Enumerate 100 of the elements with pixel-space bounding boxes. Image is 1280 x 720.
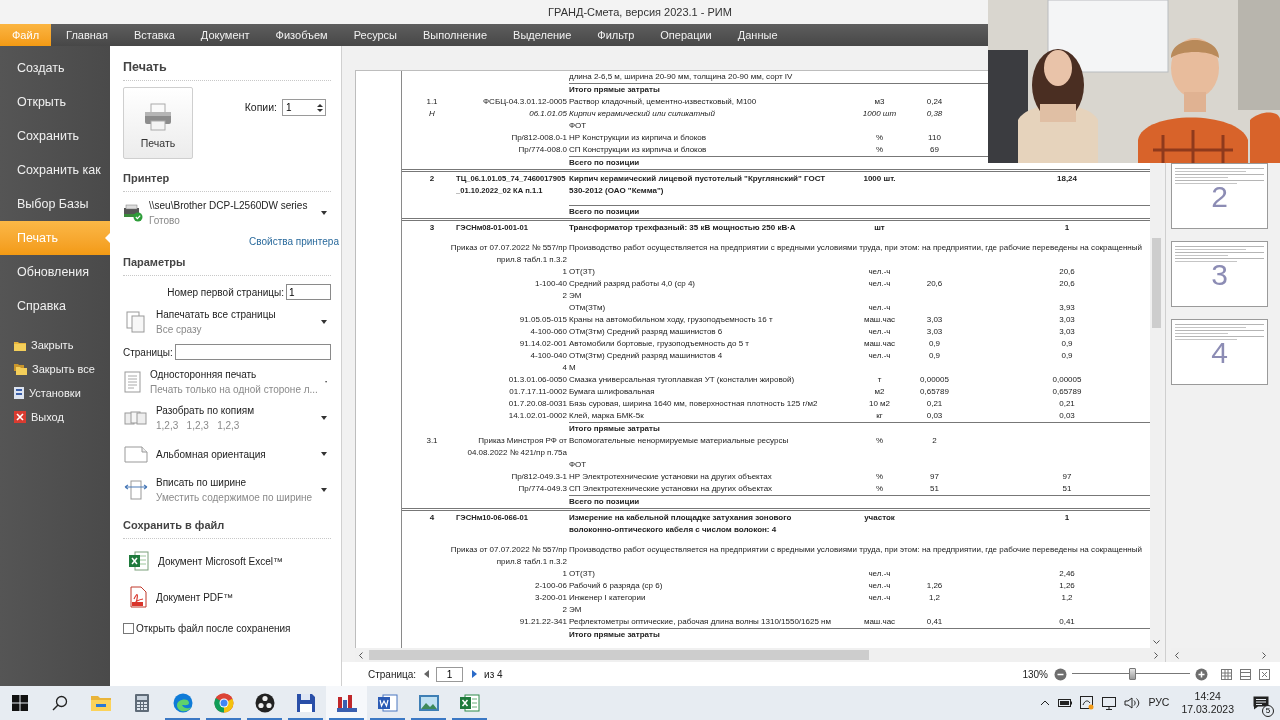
table-cell-text: 2 [931, 435, 938, 447]
table-cell-text: 0,00005 [919, 374, 950, 386]
scrollbar-thumb[interactable] [369, 650, 869, 660]
menu-tab[interactable]: Ресурсы [340, 24, 411, 46]
nav-item[interactable]: Обновления [0, 255, 110, 289]
menu-tab[interactable]: Выполнение [410, 24, 501, 46]
network-icon[interactable] [1102, 696, 1117, 710]
volume-icon[interactable] [1124, 697, 1141, 709]
page-view-icon[interactable] [1240, 668, 1251, 680]
bar-chart-icon[interactable] [336, 694, 357, 712]
table-cell-text: чел.-ч [867, 266, 892, 278]
table-cell-text: 1 [1063, 512, 1071, 524]
option-dropdown[interactable]: Односторонняя печать Печать только на одной стороне л... [123, 364, 331, 400]
table-cell-text: шт [873, 222, 886, 234]
zoom-in-icon[interactable] [1195, 667, 1208, 681]
pdf-file-icon [129, 586, 147, 608]
slider-thumb[interactable] [1129, 668, 1137, 680]
menu-tab[interactable]: Вставка [120, 24, 188, 46]
option-dropdown[interactable]: Альбомная ориентация [123, 436, 331, 472]
print-button[interactable]: Печать [123, 87, 193, 159]
previous-page-icon[interactable] [424, 670, 430, 678]
table-cell-text: ЭМ [569, 604, 583, 616]
nav-item[interactable]: Выбор Базы [0, 187, 110, 221]
grid-view-icon[interactable] [1221, 668, 1232, 680]
browser-circle-icon[interactable] [213, 693, 234, 713]
page-field[interactable]: 1 [436, 666, 464, 682]
calculator-icon[interactable] [134, 694, 149, 712]
table-cell-text: 2 [561, 290, 568, 302]
language-indicator[interactable]: РУС [1148, 695, 1170, 711]
next-page-icon[interactable] [472, 670, 478, 678]
zoom-slider[interactable] [1072, 668, 1190, 680]
table-cell-text: 0,21 [1058, 398, 1076, 410]
table-cell: Всего по позиции [569, 497, 640, 506]
nav-command[interactable]: Установки [29, 384, 81, 402]
recorder-icon[interactable] [254, 693, 275, 713]
menu-tab[interactable]: Физобъем [262, 24, 341, 46]
nav-item[interactable]: Сохранить [0, 119, 110, 153]
option-dropdown[interactable]: Напечатать все страницы Все сразу [123, 304, 331, 340]
fit-page-icon[interactable] [1259, 668, 1270, 680]
table-cell: Всего по позиции [569, 158, 640, 167]
menu-tab[interactable]: Документ [187, 24, 263, 46]
browser-wave-icon[interactable] [172, 693, 193, 713]
option-subtitle: Уместить содержимое по ширине [156, 491, 314, 505]
folder-icon[interactable] [90, 695, 111, 711]
notifications-button[interactable]: 5 [1246, 686, 1276, 720]
table-cell-text: Пр/774-008.0 [517, 144, 568, 156]
table-cell-text: ОТм(ЗТм) [569, 302, 607, 314]
nav-item[interactable]: Справка [0, 289, 110, 323]
nav-command[interactable]: Выход [31, 408, 64, 426]
window-title: ГРАНД-Смета, версия 2023.1 - РИМ [548, 4, 732, 20]
table-cell-text: Смазка универсальная тугоплавкая УТ (консталин жировой) [569, 374, 796, 386]
menu-tab[interactable]: Данные [724, 24, 791, 46]
word-document-icon[interactable] [377, 694, 398, 712]
option-subtitle: Все сразу [156, 323, 203, 337]
nav-item[interactable]: Сохранить как [0, 153, 110, 187]
table-cell-text: Пр/812-008.0-1 [510, 132, 568, 144]
table-cell-text: 0,03 [925, 410, 944, 422]
page-total: из 4 [484, 667, 503, 682]
printer-properties-link[interactable]: Свойства принтера [249, 234, 339, 249]
save-option[interactable]: Документ PDF™ [123, 579, 331, 615]
table-cell-text: 0,38 [925, 108, 944, 120]
page-number: 4 [1211, 334, 1228, 371]
menu-tab[interactable]: Главная [53, 24, 121, 46]
zoom-out-icon[interactable] [1054, 667, 1067, 681]
caret-icon [321, 211, 327, 215]
checkbox[interactable] [123, 623, 134, 634]
scrollbar-thumb[interactable] [1151, 238, 1161, 328]
nav-item[interactable]: Создать [0, 51, 110, 85]
table-cell-text: 0,9 [927, 338, 942, 350]
nav-command[interactable]: Закрыть все [32, 360, 95, 378]
landscape-image-icon[interactable] [418, 695, 439, 711]
nav-command[interactable]: Закрыть [31, 336, 74, 354]
search-icon[interactable] [52, 695, 68, 711]
table-cell-text: ОТм(Зтм) Средний разряд машинистов 4 [569, 350, 724, 362]
battery-icon[interactable] [1058, 699, 1073, 707]
menu-tab[interactable]: Фильтр [584, 24, 648, 46]
section-heading: Принтер [123, 172, 170, 184]
input-field[interactable]: 1 [286, 284, 331, 300]
clock[interactable]: 14:24 17.03.2023 [1177, 690, 1238, 716]
printer-dropdown[interactable]: \\seu\Brother DCP-L2560DW series Готово [123, 196, 331, 230]
table-cell-text: НР Электротехнические установки на других объектах [569, 471, 773, 483]
tray-app-icon[interactable] [1080, 696, 1095, 710]
spreadsheet-icon[interactable] [459, 694, 480, 712]
save-option[interactable]: Документ Microsoft Excel™ [123, 543, 331, 579]
copies-spinner[interactable]: 1 [282, 99, 326, 116]
caret-icon [321, 452, 327, 456]
windows-icon[interactable] [12, 695, 28, 711]
page-label: Страница: [368, 667, 417, 682]
table-cell-text: 01.3.01.06-0050 [507, 374, 568, 386]
table-cell-text: 51 [1061, 483, 1073, 495]
input-field[interactable] [174, 344, 331, 360]
collate-icon [124, 410, 148, 426]
menu-tab[interactable]: Операции [647, 24, 725, 46]
table-cell-text: 20,6 [1058, 278, 1076, 290]
option-dropdown[interactable]: Разобрать по копиям 1,2,3 1,2,3 1,2,3 [123, 400, 331, 436]
nav-item[interactable]: Открыть [0, 85, 110, 119]
menu-tab[interactable]: Выделение [500, 24, 585, 46]
chevron-up-icon[interactable] [1040, 700, 1051, 706]
option-subtitle: 1,2,3 1,2,3 1,2,3 [156, 419, 241, 433]
option-dropdown[interactable]: Вписать по ширине Уместить содержимое по ширине [123, 472, 331, 508]
